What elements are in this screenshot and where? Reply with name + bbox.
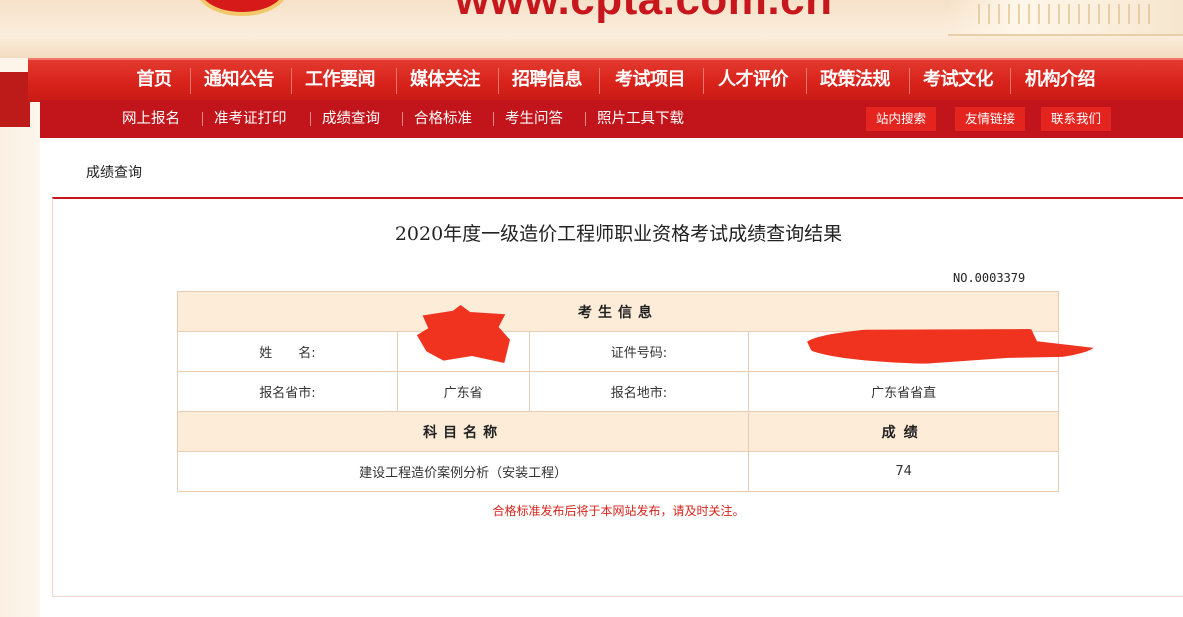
nav-notices[interactable]: 通知公告 — [200, 60, 278, 102]
nav-recruitment[interactable]: 招聘信息 — [508, 60, 586, 102]
left-margin — [0, 72, 40, 617]
name-label: 姓 名: — [177, 331, 398, 372]
city-label: 报名地市: — [528, 371, 750, 412]
nav-about[interactable]: 机构介绍 — [1021, 60, 1099, 102]
breadcrumb: 成绩查询 — [86, 165, 142, 181]
nav-policy[interactable]: 政策法规 — [816, 60, 894, 102]
subject-name: 建设工程造价案例分析（安装工程） — [176, 451, 750, 492]
table-header-row: 科目名称 成绩 — [176, 411, 1059, 452]
nav-talent[interactable]: 人才评价 — [714, 60, 792, 102]
table-header-row: 考生信息 — [177, 291, 1059, 332]
site-url: www.cpta.com.cn — [455, 0, 833, 22]
subnav-faq[interactable]: 考生问答 — [505, 100, 563, 138]
id-label: 证件号码: — [528, 331, 750, 372]
banner-decoration — [948, 0, 1183, 36]
subject-score: 74 — [748, 451, 1059, 492]
table-row: 建设工程造价案例分析（安装工程） 74 — [176, 451, 1059, 492]
record-number: NO.0003379 — [953, 271, 1026, 285]
friend-links-button[interactable]: 友情链接 — [955, 107, 1026, 131]
nav-home[interactable]: 首页 — [132, 60, 176, 102]
subnav-pass-standard[interactable]: 合格标准 — [414, 100, 472, 138]
contact-us-button[interactable]: 联系我们 — [1041, 107, 1112, 131]
nav-media[interactable]: 媒体关注 — [406, 60, 484, 102]
sub-nav: 网上报名 准考证打印 成绩查询 合格标准 考生问答 照片工具下载 站内搜索 友情… — [40, 100, 1183, 138]
site-banner: www.cpta.com.cn — [0, 0, 1183, 58]
page-title: 2020年度一级造价工程师职业资格考试成绩查询结果 — [394, 223, 843, 245]
candidate-info-header: 考生信息 — [177, 291, 1059, 332]
subnav-registration[interactable]: 网上报名 — [122, 100, 180, 138]
province-value: 广东省 — [396, 371, 530, 412]
main-nav: 首页 通知公告 工作要闻 媒体关注 招聘信息 考试项目 人才评价 政策法规 考试… — [28, 58, 1183, 102]
subnav-score-query[interactable]: 成绩查询 — [322, 100, 380, 138]
city-value: 广东省省直 — [748, 371, 1059, 412]
score-header: 成绩 — [748, 411, 1059, 452]
subnav-admission-ticket[interactable]: 准考证打印 — [214, 100, 287, 138]
site-logo — [196, 0, 288, 16]
subject-header: 科目名称 — [176, 411, 750, 452]
notice-text: 合格标准发布后将于本网站发布，请及时关注。 — [492, 504, 745, 518]
nav-culture[interactable]: 考试文化 — [919, 60, 997, 102]
site-search-button[interactable]: 站内搜索 — [866, 107, 937, 131]
nav-exams[interactable]: 考试项目 — [611, 60, 689, 102]
province-label: 报名省市: — [177, 371, 398, 412]
table-row: 报名省市: 广东省 报名地市: 广东省省直 — [177, 371, 1059, 412]
result-panel: 2020年度一级造价工程师职业资格考试成绩查询结果 NO.0003379 考生信… — [52, 197, 1183, 597]
subnav-photo-tool[interactable]: 照片工具下载 — [597, 100, 684, 138]
content-area: 成绩查询 2020年度一级造价工程师职业资格考试成绩查询结果 NO.000337… — [40, 138, 1183, 617]
score-table: 考生信息 姓 名: 证件号码: 报名省市: 广东省 报名地市: 广东省省直 科目… — [176, 291, 1059, 492]
left-accent-bar — [0, 72, 30, 127]
nav-news[interactable]: 工作要闻 — [301, 60, 379, 102]
